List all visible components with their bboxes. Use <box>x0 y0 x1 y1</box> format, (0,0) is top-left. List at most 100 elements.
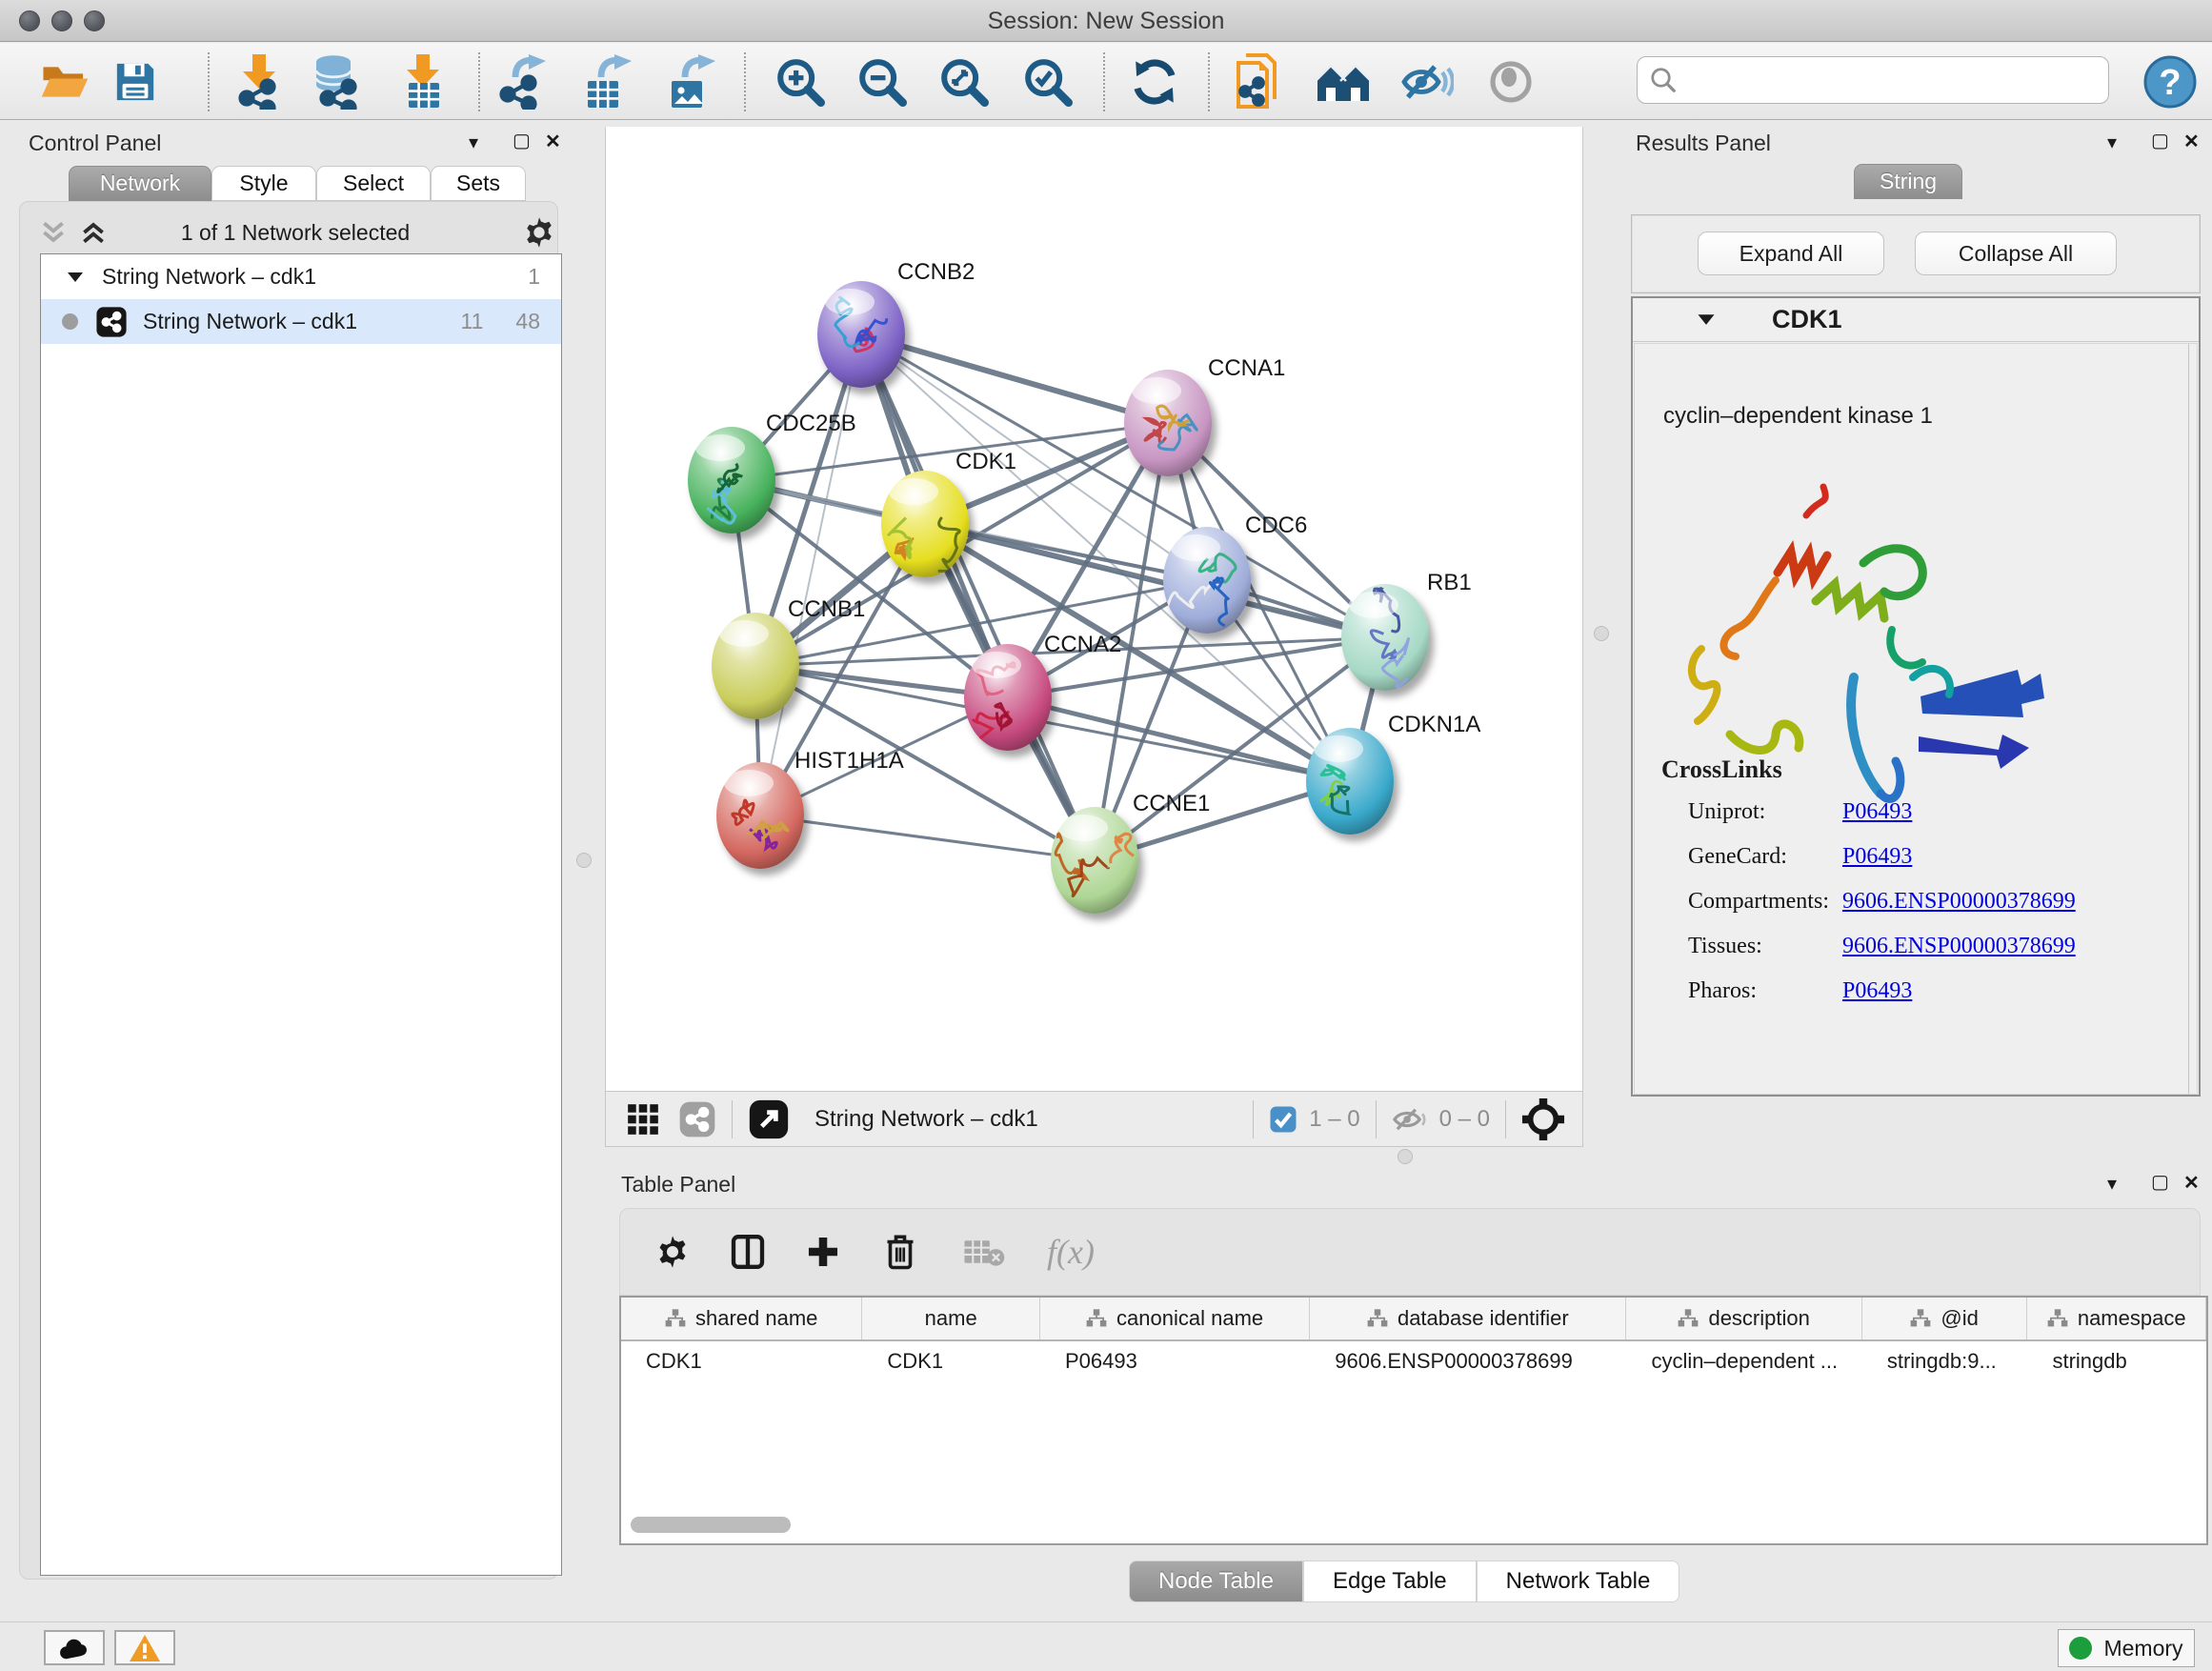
node-label: CCNE1 <box>1133 791 1210 816</box>
network-node[interactable]: CCNB1 <box>712 596 865 719</box>
import-network-from-database-button[interactable] <box>307 52 368 111</box>
control-panel-title: Control Panel <box>29 131 161 156</box>
collection-expand-icon[interactable] <box>66 270 85 285</box>
table-panel-close-icon[interactable]: ✕ <box>2183 1174 2200 1193</box>
eye-icon <box>1488 59 1534 105</box>
network-row[interactable]: String Network – cdk1 11 48 <box>41 299 561 344</box>
column-header-name[interactable]: name <box>862 1298 1040 1339</box>
control-panel-close-icon[interactable]: ✕ <box>545 132 561 151</box>
results-scrollbar-track[interactable] <box>2188 344 2189 1094</box>
control-panel-window-icon[interactable]: ▢ <box>513 131 531 151</box>
zoom-out-button[interactable] <box>852 52 913 111</box>
column-header-namespace[interactable]: namespace <box>2027 1298 2206 1339</box>
zoom-fit-button[interactable] <box>934 52 995 111</box>
entry-collapse-icon[interactable] <box>1696 312 1717 328</box>
tab-sets[interactable]: Sets <box>431 166 526 201</box>
network-options-gear-icon[interactable] <box>522 215 556 250</box>
crosslink-link[interactable]: P06493 <box>1842 844 1912 870</box>
zoom-out-icon <box>857 57 907 107</box>
table-horizontal-scrollbar[interactable] <box>631 1517 791 1533</box>
help-button[interactable]: ? <box>2140 52 2201 111</box>
network-node[interactable]: CCNB2 <box>817 259 975 388</box>
show-all-button[interactable] <box>1480 52 1541 111</box>
delete-column-icon[interactable] <box>883 1233 917 1271</box>
first-neighbors-button[interactable] <box>1313 52 1374 111</box>
entry-header[interactable]: CDK1 <box>1633 298 2199 342</box>
crosslink-link[interactable]: P06493 <box>1842 978 1912 1004</box>
network-edge[interactable] <box>760 334 861 815</box>
crosslink-link[interactable]: P06493 <box>1842 799 1912 825</box>
show-columns-icon[interactable] <box>729 1233 767 1271</box>
search-input[interactable] <box>1678 67 2087 93</box>
network-edge[interactable] <box>861 334 1168 423</box>
import-table-from-file-button[interactable] <box>392 52 453 111</box>
table-tab-node-table[interactable]: Node Table <box>1129 1560 1303 1602</box>
memory-button[interactable]: Memory <box>2058 1629 2195 1667</box>
control-panel-float-icon[interactable]: ▾ <box>469 133 478 152</box>
table-tab-network-table[interactable]: Network Table <box>1477 1560 1680 1602</box>
zoom-in-button[interactable] <box>770 52 831 111</box>
network-collection-row[interactable]: String Network – cdk1 1 <box>41 254 561 299</box>
export-table-button[interactable] <box>575 52 636 111</box>
network-from-file-button[interactable] <box>1229 52 1290 111</box>
table-panel-float-icon[interactable]: ▾ <box>2107 1175 2117 1194</box>
network-node[interactable]: HIST1H1A <box>716 748 904 869</box>
table-row[interactable]: CDK1CDK1P064939606.ENSP00000378699cyclin… <box>621 1341 2206 1385</box>
column-header-sharedname[interactable]: shared name <box>621 1298 862 1339</box>
tab-select[interactable]: Select <box>316 166 431 201</box>
warning-status-button[interactable] <box>114 1630 175 1665</box>
hide-selected-button[interactable] <box>1397 52 1458 111</box>
network-node[interactable]: RB1 <box>1341 570 1472 691</box>
expand-all-button[interactable]: Expand All <box>1698 232 1884 275</box>
column-header-databaseidentifier[interactable]: database identifier <box>1310 1298 1626 1339</box>
node-label: CCNB2 <box>897 259 975 285</box>
network-edge[interactable] <box>760 815 1095 860</box>
save-session-button[interactable] <box>105 52 166 111</box>
birdseye-grid-icon[interactable] <box>625 1101 661 1137</box>
tab-network[interactable]: Network <box>69 166 211 201</box>
fit-content-crosshair-icon[interactable] <box>1521 1097 1565 1141</box>
zoom-in-icon <box>775 57 825 107</box>
results-tab-string[interactable]: String <box>1854 164 1962 199</box>
bottom-splitter-handle[interactable] <box>1398 1149 1413 1164</box>
string-panel-icon[interactable] <box>678 1100 716 1138</box>
expand-all-networks-icon[interactable] <box>78 217 109 248</box>
apply-layout-button[interactable] <box>1124 52 1185 111</box>
add-column-icon[interactable] <box>805 1234 841 1270</box>
left-splitter-handle[interactable] <box>576 853 592 868</box>
network-canvas[interactable]: CCNB2 CCNA1 CDC25B CDK1 CDC6 RB1 <box>605 127 1583 1091</box>
crosslink-link[interactable]: 9606.ENSP00000378699 <box>1842 934 2076 959</box>
network-node[interactable]: CDK1 <box>881 449 1016 577</box>
table-gear-icon[interactable] <box>654 1234 691 1270</box>
network-node[interactable]: CDC6 <box>1150 513 1307 634</box>
import-network-from-file-button[interactable] <box>229 52 290 111</box>
export-image-button[interactable] <box>659 52 720 111</box>
export-network-button[interactable] <box>493 52 554 111</box>
network-node[interactable]: CCNE1 <box>1051 791 1210 914</box>
collapse-all-button[interactable]: Collapse All <box>1915 232 2117 275</box>
results-panel-close-icon[interactable]: ✕ <box>2183 132 2200 151</box>
search-field-wrap <box>1637 56 2109 104</box>
network-node[interactable]: CDKN1A <box>1306 712 1480 835</box>
string-network-icon <box>95 306 128 338</box>
results-panel-float-icon[interactable]: ▾ <box>2107 133 2117 152</box>
open-session-button[interactable] <box>34 52 95 111</box>
collapse-all-networks-icon[interactable] <box>38 217 69 248</box>
right-splitter-handle[interactable] <box>1594 626 1609 641</box>
zoom-selected-button[interactable] <box>1017 52 1078 111</box>
column-header-id[interactable]: @id <box>1862 1298 2028 1339</box>
column-header-canonicalname[interactable]: canonical name <box>1040 1298 1310 1339</box>
network-node[interactable]: CDC25B <box>688 411 856 534</box>
tab-style[interactable]: Style <box>211 166 316 201</box>
document-network-icon <box>1235 53 1284 111</box>
cloud-status-button[interactable] <box>44 1630 105 1665</box>
column-header-description[interactable]: description <box>1626 1298 1861 1339</box>
crosslink-link[interactable]: 9606.ENSP00000378699 <box>1842 889 2076 915</box>
open-folder-icon <box>40 61 90 103</box>
open-in-window-icon[interactable] <box>748 1098 790 1140</box>
network-edge[interactable] <box>861 334 1095 860</box>
selected-checkbox-icon[interactable] <box>1269 1105 1297 1134</box>
table-tab-edge-table[interactable]: Edge Table <box>1303 1560 1477 1602</box>
results-panel-window-icon[interactable]: ▢ <box>2151 131 2169 151</box>
table-panel-window-icon[interactable]: ▢ <box>2151 1173 2169 1192</box>
